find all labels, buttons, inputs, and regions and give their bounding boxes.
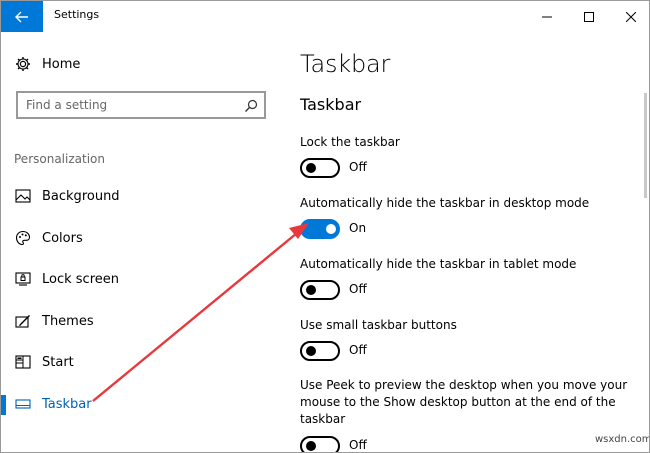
setting-label-lock-taskbar: Lock the taskbar bbox=[300, 135, 400, 149]
sidebar-item-label: Lock screen bbox=[42, 271, 119, 287]
toggle-knob bbox=[306, 285, 316, 295]
sidebar-item-label: Background bbox=[42, 188, 120, 204]
gear-icon bbox=[14, 55, 32, 73]
page-title: Taskbar bbox=[300, 50, 391, 78]
search-icon[interactable] bbox=[244, 98, 258, 112]
maximize-button[interactable] bbox=[568, 1, 610, 32]
toggle-state-text: Off bbox=[349, 282, 367, 296]
setting-label-autohide-tablet: Automatically hide the taskbar in tablet… bbox=[300, 257, 577, 271]
section-title: Taskbar bbox=[300, 95, 362, 114]
sidebar-item-start[interactable]: Start bbox=[1, 344, 287, 380]
sidebar-item-label: Themes bbox=[42, 313, 94, 329]
section-heading: Personalization bbox=[14, 152, 105, 166]
window-title: Settings bbox=[54, 8, 100, 21]
sidebar-item-taskbar[interactable]: Taskbar bbox=[1, 386, 287, 422]
sidebar-item-label: Taskbar bbox=[42, 396, 92, 412]
sidebar-item-label: Start bbox=[42, 354, 74, 370]
main-content: Taskbar Taskbar Lock the taskbar Off Aut… bbox=[287, 32, 649, 452]
toggle-state-text: On bbox=[349, 221, 367, 235]
palette-icon bbox=[14, 229, 32, 247]
watermark: wsxdn.com bbox=[595, 434, 650, 445]
toggle-knob bbox=[326, 224, 336, 234]
toggle-peek[interactable] bbox=[300, 436, 340, 452]
toggle-autohide-tablet[interactable] bbox=[300, 280, 340, 300]
maximize-icon bbox=[584, 11, 594, 22]
settings-window: Settings Home Find a setting Personaliza… bbox=[0, 0, 650, 453]
sidebar-item-background[interactable]: Background bbox=[1, 178, 287, 214]
start-icon bbox=[14, 353, 32, 371]
toggle-knob bbox=[306, 163, 316, 173]
sidebar-item-home[interactable]: Home bbox=[1, 46, 287, 82]
toggle-state-text: Off bbox=[349, 438, 367, 452]
minimize-icon bbox=[542, 16, 552, 17]
sidebar-item-lock-screen[interactable]: Lock screen bbox=[1, 261, 287, 297]
title-bar: Settings bbox=[1, 1, 649, 32]
minimize-button[interactable] bbox=[526, 1, 568, 32]
selection-indicator bbox=[1, 395, 6, 415]
toggle-state-text: Off bbox=[349, 160, 367, 174]
close-icon bbox=[626, 11, 636, 22]
image-icon bbox=[14, 187, 32, 205]
toggle-state-text: Off bbox=[349, 343, 367, 357]
search-placeholder: Find a setting bbox=[26, 98, 108, 112]
sidebar-item-label: Home bbox=[42, 56, 81, 72]
setting-label-peek: Use Peek to preview the desktop when you… bbox=[300, 378, 628, 426]
search-input[interactable]: Find a setting bbox=[16, 91, 266, 119]
toggle-knob bbox=[306, 346, 316, 356]
toggle-knob bbox=[306, 441, 316, 451]
sidebar-item-themes[interactable]: Themes bbox=[1, 303, 287, 339]
toggle-lock-taskbar[interactable] bbox=[300, 158, 340, 178]
toggle-small-buttons[interactable] bbox=[300, 341, 340, 361]
lock-screen-icon bbox=[14, 270, 32, 288]
taskbar-icon bbox=[14, 395, 32, 413]
vertical-scrollbar[interactable] bbox=[644, 93, 647, 198]
sidebar: Home Find a setting Personalization Back… bbox=[1, 32, 287, 452]
sidebar-item-colors[interactable]: Colors bbox=[1, 220, 287, 256]
toggle-autohide-desktop[interactable] bbox=[300, 219, 340, 239]
sidebar-item-label: Colors bbox=[42, 230, 83, 246]
back-button[interactable] bbox=[1, 1, 43, 32]
back-arrow-icon bbox=[15, 11, 28, 22]
themes-icon bbox=[14, 312, 32, 330]
close-button[interactable] bbox=[610, 1, 649, 32]
setting-label-small-buttons: Use small taskbar buttons bbox=[300, 318, 457, 332]
setting-label-autohide-desktop: Automatically hide the taskbar in deskto… bbox=[300, 196, 590, 210]
